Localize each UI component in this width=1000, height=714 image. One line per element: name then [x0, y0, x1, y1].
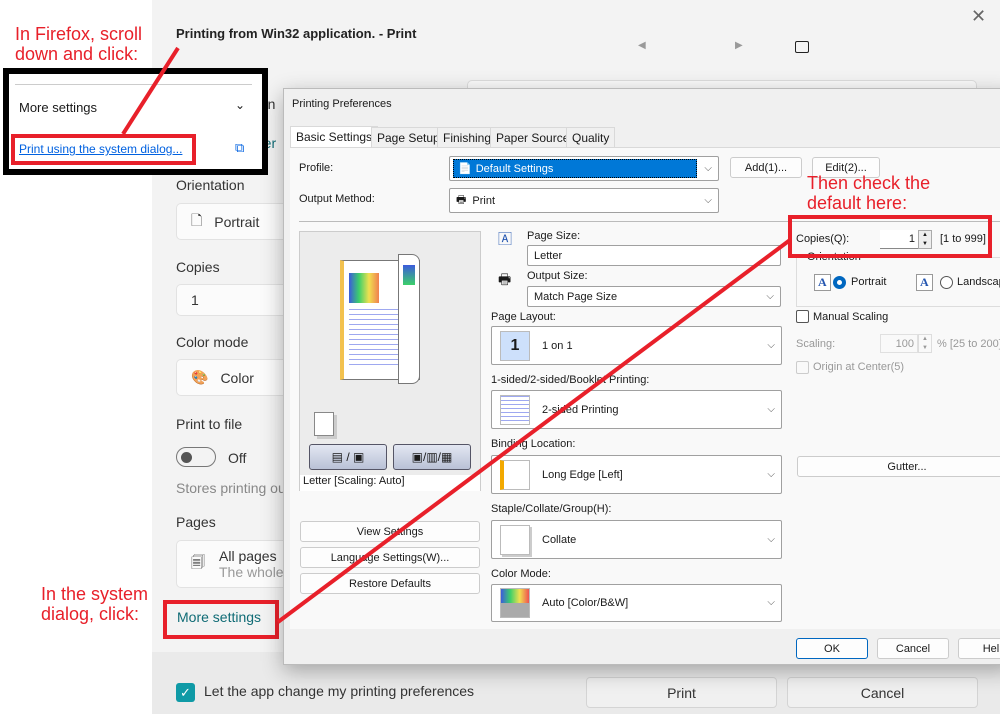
arrow-line-firefox [121, 46, 180, 136]
annotation-arrows [121, 46, 792, 624]
arrow-line-copies [276, 238, 792, 624]
